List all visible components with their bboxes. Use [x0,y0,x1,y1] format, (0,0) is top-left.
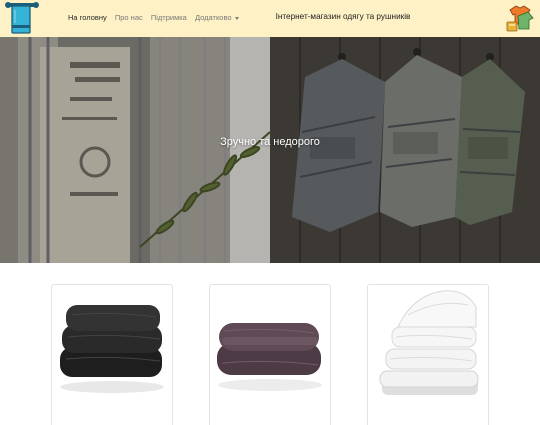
product-image-plum-towels [217,323,322,391]
navbar: На головну Про нас Підтримка Додатково І… [0,0,540,37]
nav-about-link[interactable]: Про нас [115,13,143,22]
product-image-white-towels [379,290,479,395]
main-nav: На головну Про нас Підтримка Додатково [68,13,245,22]
nav-home-link[interactable]: На головну [68,13,107,22]
hero-overlay [0,37,540,263]
product-image-black-towels [60,305,164,393]
chevron-down-icon [234,16,239,20]
towel-rack-icon[interactable] [4,1,40,35]
product-card[interactable] [209,284,331,425]
hero-caption: Зручно та недорого [220,136,320,148]
product-card[interactable] [51,284,173,425]
nav-more-dropdown[interactable]: Додатково [195,13,239,22]
product-list [0,263,540,425]
product-card[interactable] [367,284,489,425]
nav-support-link[interactable]: Підтримка [151,13,187,22]
nav-more-label: Додатково [194,13,232,22]
hero-banner: Зручно та недорого [0,37,540,263]
clothes-shop-icon[interactable] [504,2,536,34]
site-title: Інтернет-магазин одягу та рушників [275,12,411,21]
